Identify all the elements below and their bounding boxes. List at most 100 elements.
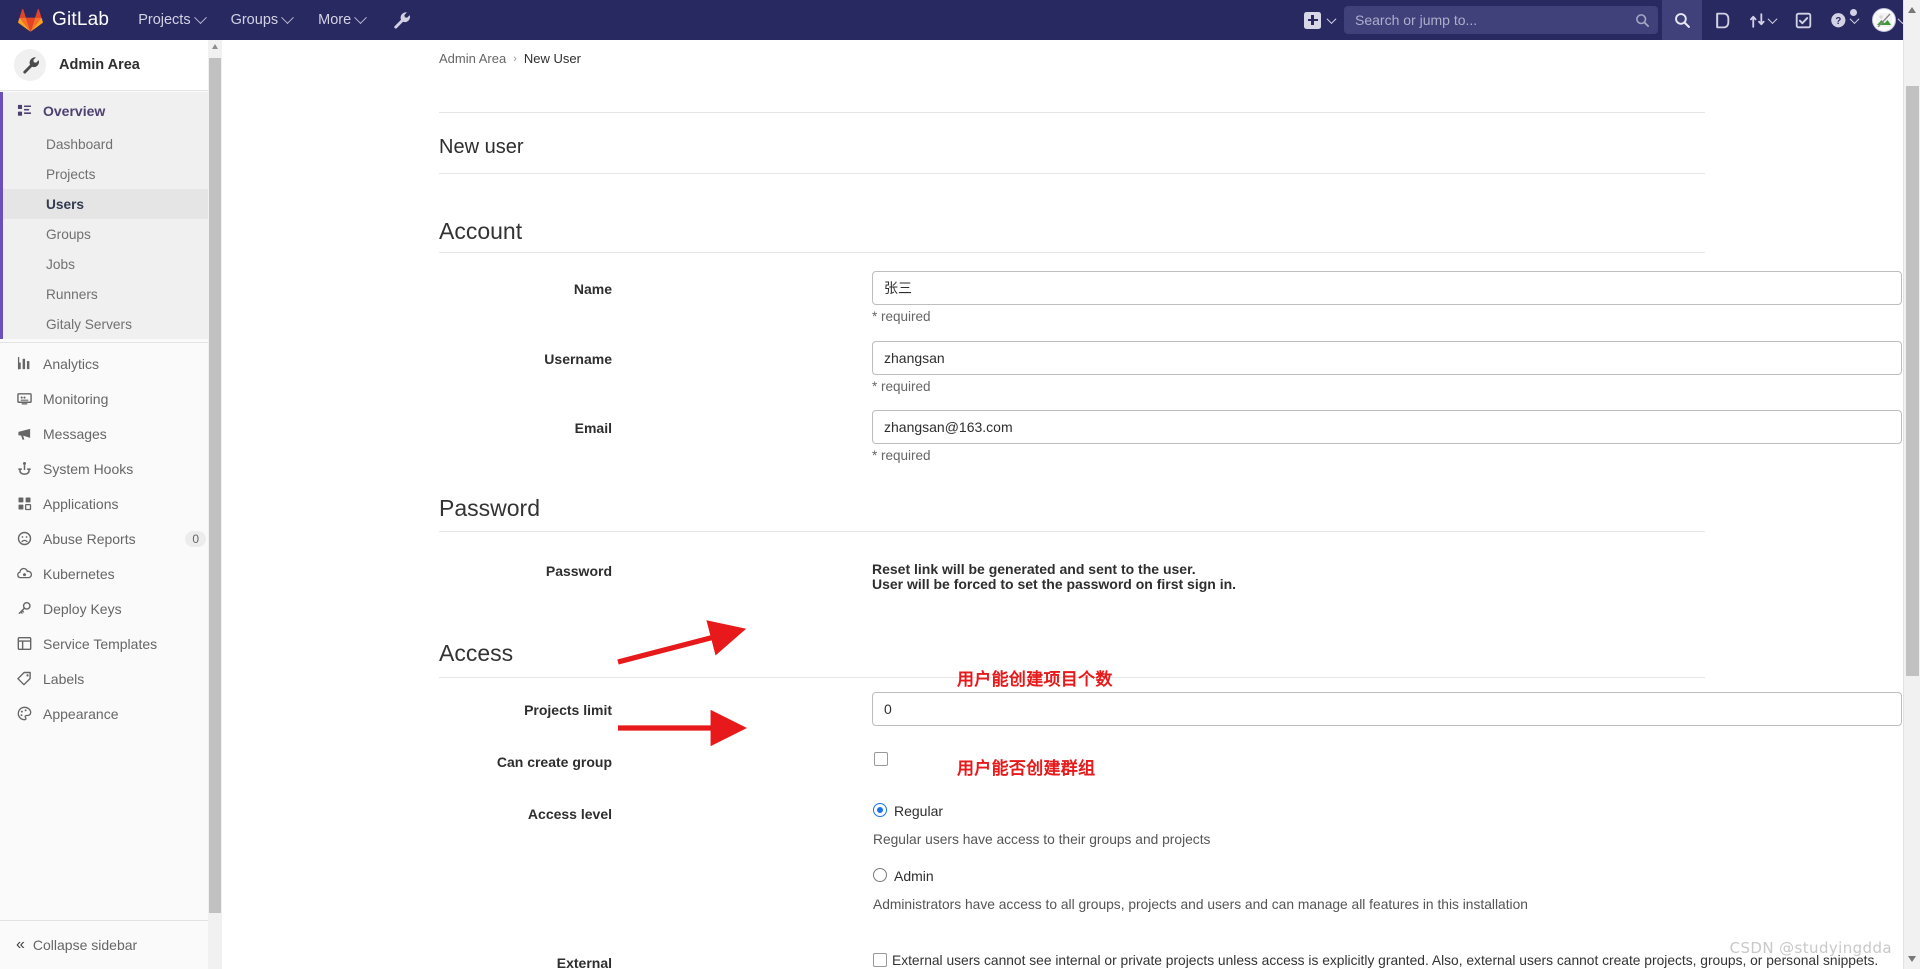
new-dropdown-button[interactable] [1295, 11, 1344, 29]
search-icon [1636, 13, 1650, 27]
projects-limit-input[interactable] [872, 692, 1902, 726]
scroll-down-arrow-icon[interactable] [1908, 956, 1916, 962]
sidebar-subitem-projects[interactable]: Projects [3, 159, 222, 189]
collapse-sidebar-button[interactable]: « Collapse sidebar [0, 920, 222, 969]
merge-requests-button[interactable] [1742, 0, 1783, 40]
gitlab-logo-icon [18, 8, 43, 32]
help-button[interactable]: ? [1823, 0, 1865, 40]
sidebar-scrollbar[interactable] [208, 40, 222, 969]
sidebar-item-overview[interactable]: Overview [3, 92, 222, 129]
abuse-reports-count-badge: 0 [185, 530, 206, 547]
sidebar-subitem-label: Projects [46, 166, 96, 182]
access-level-admin-label[interactable]: Admin [894, 868, 934, 884]
sidebar-title: Admin Area [59, 57, 140, 73]
password-divider [439, 531, 1705, 532]
sidebar-item-labels[interactable]: Labels [0, 661, 222, 696]
can-create-group-checkbox[interactable] [874, 752, 888, 766]
sidebar-item-abuse-reports[interactable]: Abuse Reports 0 [0, 521, 222, 556]
sidebar-subitem-groups[interactable]: Groups [3, 219, 222, 249]
sidebar-scroll-area: Overview Dashboard Projects Users Groups… [0, 92, 222, 920]
section-heading-access: Access [439, 640, 514, 666]
sidebar-subitem-label: Gitaly Servers [46, 316, 132, 332]
name-input[interactable] [872, 271, 1902, 305]
sidebar-item-monitoring[interactable]: Monitoring [0, 381, 222, 416]
sidebar-item-label: Kubernetes [43, 565, 115, 582]
todos-icon [1795, 12, 1811, 28]
email-input[interactable] [872, 410, 1902, 444]
sidebar-item-service-templates[interactable]: Service Templates [0, 626, 222, 661]
wrench-icon [14, 49, 46, 81]
nav-projects[interactable]: Projects [125, 0, 217, 40]
sidebar-item-deploy-keys[interactable]: Deploy Keys [0, 591, 222, 626]
sidebar-group-overview: Overview Dashboard Projects Users Groups… [0, 92, 222, 339]
issues-button[interactable] [1702, 0, 1742, 40]
sidebar-item-label: Messages [43, 425, 107, 442]
breadcrumb-separator: › [513, 52, 517, 65]
sidebar-subitem-gitaly-servers[interactable]: Gitaly Servers [3, 309, 222, 339]
annotation-can-create-group-text: 用户能否创建群组 [957, 759, 1096, 778]
todos-button[interactable] [1783, 0, 1823, 40]
access-level-admin-radio[interactable] [873, 868, 887, 882]
nav-groups[interactable]: Groups [218, 0, 306, 40]
access-level-regular-radio[interactable] [873, 803, 887, 817]
title-divider [439, 173, 1705, 174]
page-scrollbar[interactable] [1903, 0, 1920, 969]
navbar-left-group: GitLab Projects Groups More [0, 0, 425, 40]
palette-icon [16, 706, 32, 722]
sidebar-item-label: Overview [43, 102, 106, 119]
annotation-projects-limit-text: 用户能创建项目个数 [957, 670, 1113, 689]
sidebar-subitem-dashboard[interactable]: Dashboard [3, 129, 222, 159]
collapse-sidebar-label: Collapse sidebar [32, 937, 138, 953]
arrow-projects-limit [617, 620, 747, 665]
main-content: Admin Area › New User New user Account N… [222, 40, 1903, 969]
chevron-down-icon [1326, 13, 1337, 24]
issues-icon [1715, 12, 1729, 28]
scroll-up-arrow-icon[interactable] [1908, 7, 1916, 13]
overview-glyph [17, 104, 31, 116]
monitor-icon [16, 391, 32, 407]
breadcrumb: Admin Area › New User [439, 51, 581, 66]
email-label: Email [574, 420, 612, 436]
username-label: Username [544, 351, 612, 367]
search-input[interactable]: Search or jump to... [1344, 6, 1658, 34]
broken-image-icon [1876, 13, 1892, 28]
nav-admin-area-button[interactable] [378, 0, 425, 40]
svg-text:?: ? [1835, 16, 1841, 27]
watermark: CSDN @studyingdda [1729, 939, 1892, 957]
access-level-regular-label[interactable]: Regular [894, 803, 943, 819]
sidebar-subitem-label: Groups [46, 226, 91, 242]
sidebar-item-label: Monitoring [43, 390, 109, 407]
sidebar-header[interactable]: Admin Area [0, 40, 221, 91]
sidebar-item-system-hooks[interactable]: System Hooks [0, 451, 222, 486]
chart-icon [16, 356, 32, 372]
sidebar-subitem-label: Runners [46, 286, 98, 302]
sidebar-subitem-runners[interactable]: Runners [3, 279, 222, 309]
sidebar-scrollbar-thumb[interactable] [209, 58, 221, 913]
nav-projects-label: Projects [138, 12, 191, 28]
sidebar-item-messages[interactable]: Messages [0, 416, 222, 451]
sidebar-item-kubernetes[interactable]: Kubernetes [0, 556, 222, 591]
gitlab-home-link[interactable]: GitLab [0, 0, 125, 40]
merge-requests-icon [1750, 12, 1765, 28]
page-scrollbar-thumb[interactable] [1906, 86, 1919, 676]
external-checkbox[interactable] [873, 953, 887, 967]
section-heading-password: Password [439, 495, 540, 521]
account-divider [439, 252, 1705, 253]
breadcrumb-admin-area[interactable]: Admin Area [439, 51, 506, 66]
search-toggle-button[interactable] [1662, 0, 1702, 40]
sidebar-item-applications[interactable]: Applications [0, 486, 222, 521]
help-icon: ? [1831, 13, 1846, 28]
sidebar-subitem-jobs[interactable]: Jobs [3, 249, 222, 279]
breadcrumb-current: New User [523, 51, 581, 66]
username-input[interactable] [872, 341, 1902, 375]
sidebar-item-label: Service Templates [43, 635, 158, 652]
sidebar-subitem-users[interactable]: Users [3, 189, 222, 219]
sidebar-item-label: Analytics [43, 355, 100, 372]
nav-more[interactable]: More [305, 0, 378, 40]
sidebar-item-analytics[interactable]: Analytics [0, 346, 222, 381]
sad-face-icon [16, 531, 32, 547]
sidebar-item-appearance[interactable]: Appearance [0, 696, 222, 731]
megaphone-icon [16, 426, 32, 442]
label-icon [16, 671, 32, 687]
sidebar-item-label: Applications [43, 495, 119, 512]
